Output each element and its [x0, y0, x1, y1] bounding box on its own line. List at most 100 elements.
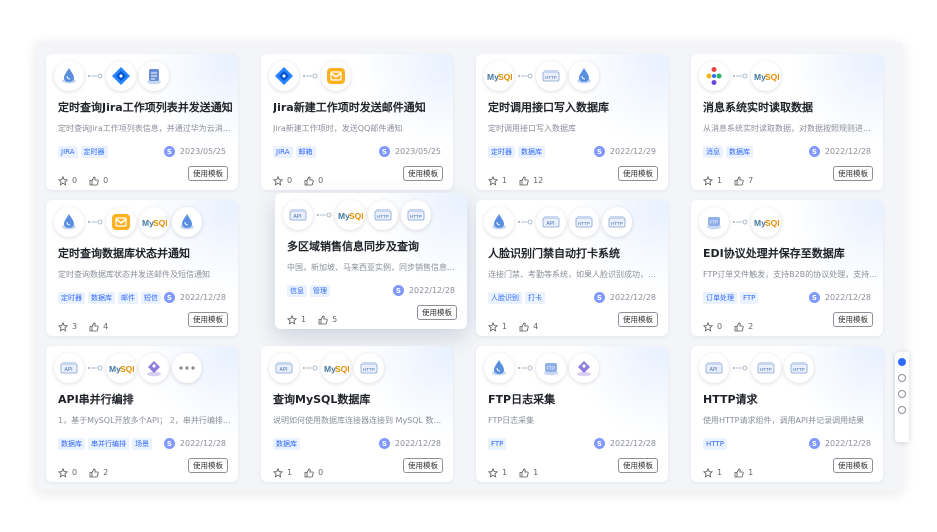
thumbs-up-icon[interactable]: [519, 317, 529, 336]
star-icon[interactable]: [57, 171, 69, 190]
svg-text:FTP: FTP: [547, 366, 556, 371]
tag-list: 数据库: [273, 438, 300, 450]
like-count: 2: [748, 322, 754, 331]
author-avatar: S: [163, 146, 175, 157]
star-icon[interactable]: [487, 463, 499, 482]
template-card[interactable]: MySQL 消息系统实时读取数据 从消息系统实时读取数据，对数据按照规则进...…: [691, 54, 883, 190]
template-card[interactable]: FTP MySQL EDI协议处理并保存至数据库 FTP订单文件触发，支持B2B的…: [691, 200, 883, 336]
mysql-icon: MySQL: [751, 207, 781, 237]
template-card[interactable]: API HTTP HTTP HTTP请求 使用HTTP请求组件，调用API并记录调用…: [691, 346, 883, 482]
svg-text:HTTP: HTTP: [760, 367, 772, 372]
card-description: 1，基于MySQL开放多个API； 2，串并行编排...: [58, 416, 231, 425]
tag-badge: 数据库: [88, 292, 115, 304]
tag-badge: FTP: [740, 292, 759, 304]
use-template-button[interactable]: 使用模板: [618, 166, 658, 181]
drop-icon: [484, 353, 514, 383]
connector-icons: MySQL HTTP: [484, 61, 599, 91]
connector-icons: [269, 61, 351, 91]
star-icon[interactable]: [702, 171, 714, 190]
card-stats: 0 0: [57, 171, 116, 190]
star-icon[interactable]: [286, 310, 298, 329]
card-title[interactable]: 多区域销售信息同步及查询: [287, 238, 463, 254]
tag-badge: 消息: [703, 146, 723, 158]
svg-text:SQL: SQL: [120, 364, 134, 374]
thumbs-up-icon[interactable]: [519, 463, 529, 482]
use-template-button[interactable]: 使用模板: [188, 166, 228, 181]
template-card[interactable]: API HTTP HTTP 人脸识别门禁自动打卡系统 连接门禁、考勤等系统，如果人脸…: [476, 200, 668, 336]
connector-icon: [517, 217, 533, 227]
tag-badge: 串并行编排: [88, 438, 129, 450]
thumbs-up-icon[interactable]: [734, 317, 744, 336]
card-meta: S 2022/12/28: [163, 438, 226, 449]
float-tool-dot[interactable]: [898, 374, 906, 382]
card-meta: S 2022/12/28: [392, 285, 455, 296]
use-template-button[interactable]: 使用模板: [403, 166, 443, 181]
thumbs-up-icon[interactable]: [734, 463, 744, 482]
use-template-button[interactable]: 使用模板: [833, 458, 873, 473]
tag-icon: [569, 353, 599, 383]
star-icon[interactable]: [272, 171, 284, 190]
like-count: 12: [533, 176, 544, 185]
right-float-toolbar[interactable]: [895, 352, 909, 442]
star-icon[interactable]: [487, 317, 499, 336]
template-card[interactable]: 定时查询Jira工作项列表并发送通知 定时查询Jira工作项列表信息，并通过华为…: [46, 54, 238, 190]
template-card[interactable]: API MySQL HTTP HTTP 多区域销售信息同步及查询 中国，新加坡、马来西…: [275, 193, 467, 329]
template-card[interactable]: MySQL 定时查询数据库状态并通知 定时查询数据库状态并发送邮件及短信通知 定…: [46, 200, 238, 336]
template-card[interactable]: Jira新建工作项时发送邮件通知 Jira新建工作项时，发送QQ邮件通知 JIR…: [261, 54, 453, 190]
connector-icon: [732, 363, 748, 373]
card-meta: S 2022/12/28: [378, 438, 441, 449]
use-template-button[interactable]: 使用模板: [618, 312, 658, 327]
tag-badge: 人脸识别: [488, 292, 522, 304]
use-template-button[interactable]: 使用模板: [188, 312, 228, 327]
use-template-button[interactable]: 使用模板: [188, 458, 228, 473]
float-tool-dot[interactable]: [898, 406, 906, 414]
thumbs-up-icon[interactable]: [304, 171, 314, 190]
star-count: 3: [72, 322, 78, 331]
thumbs-up-icon[interactable]: [318, 310, 328, 329]
template-gallery: 定时查询Jira工作项列表并发送通知 定时查询Jira工作项列表信息，并通过华为…: [36, 42, 902, 491]
star-icon[interactable]: [487, 171, 499, 190]
thumbs-up-icon[interactable]: [304, 463, 314, 482]
publish-date: 2023/05/25: [179, 147, 226, 156]
star-icon[interactable]: [702, 317, 714, 336]
star-icon[interactable]: [702, 463, 714, 482]
template-card[interactable]: MySQL HTTP 定时调用接口写入数据库 定时调用接口写入数据库 定时器数据库…: [476, 54, 668, 190]
use-template-button[interactable]: 使用模板: [618, 458, 658, 473]
card-title[interactable]: Jira新建工作项时发送邮件通知: [273, 99, 449, 115]
thumbs-up-icon[interactable]: [89, 317, 99, 336]
float-tool-dot[interactable]: [898, 390, 906, 398]
star-icon[interactable]: [57, 463, 69, 482]
float-tool-dot[interactable]: [898, 358, 906, 366]
card-title[interactable]: HTTP请求: [703, 391, 879, 407]
thumbs-up-icon[interactable]: [519, 171, 529, 190]
template-card[interactable]: API MySQL API串并行编排 1，基于MySQL开放多个API； 2，串并…: [46, 346, 238, 482]
tag-badge: 数据库: [273, 438, 300, 450]
use-template-button[interactable]: 使用模板: [833, 166, 873, 181]
card-title[interactable]: 定时查询数据库状态并通知: [58, 245, 234, 261]
svg-text:SQL: SQL: [765, 218, 779, 228]
thumbs-up-icon[interactable]: [89, 171, 99, 190]
like-count: 2: [103, 468, 109, 477]
card-title[interactable]: 人脸识别门禁自动打卡系统: [488, 245, 664, 261]
card-title[interactable]: API串并行编排: [58, 391, 234, 407]
card-title[interactable]: 定时调用接口写入数据库: [488, 99, 664, 115]
use-template-button[interactable]: 使用模板: [417, 305, 457, 320]
template-card[interactable]: API MySQL HTTP 查询MySQL数据库 说明如何使用数据库连接器连接到 …: [261, 346, 453, 482]
star-icon[interactable]: [272, 463, 284, 482]
card-title[interactable]: 定时查询Jira工作项列表并发送通知: [58, 99, 234, 115]
star-icon[interactable]: [57, 317, 69, 336]
thumbs-up-icon[interactable]: [89, 463, 99, 482]
http-icon: HTTP: [602, 207, 632, 237]
card-title[interactable]: 查询MySQL数据库: [273, 391, 449, 407]
thumbs-up-icon[interactable]: [734, 171, 744, 190]
tag-badge: 数据库: [726, 146, 753, 158]
use-template-button[interactable]: 使用模板: [403, 458, 443, 473]
use-template-button[interactable]: 使用模板: [833, 312, 873, 327]
like-count: 1: [533, 468, 539, 477]
svg-text:API: API: [294, 214, 302, 220]
card-title[interactable]: FTP日志采集: [488, 391, 664, 407]
template-card[interactable]: FTP FTP日志采集 FTP日志采集 FTP S 2022/12/28 1 1…: [476, 346, 668, 482]
svg-text:SQL: SQL: [153, 218, 167, 228]
card-title[interactable]: 消息系统实时读取数据: [703, 99, 879, 115]
card-title[interactable]: EDI协议处理并保存至数据库: [703, 245, 879, 261]
